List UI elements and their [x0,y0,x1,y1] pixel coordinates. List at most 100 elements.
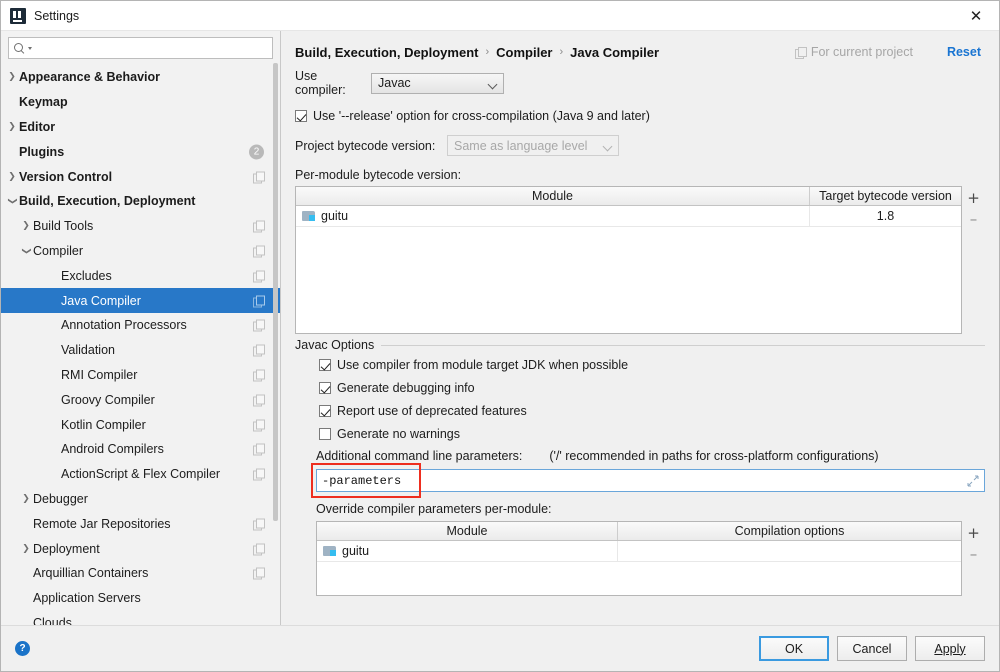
sidebar-item-android-compilers[interactable]: ❯Android Compilers [1,437,280,462]
sidebar-item-kotlin-compiler[interactable]: ❯Kotlin Compiler [1,412,280,437]
cell-compilation-options[interactable] [617,541,961,561]
javac-checkbox-report-use-of-deprecated-features[interactable]: Report use of deprecated features [319,404,985,418]
chevron-right-icon[interactable]: ❯ [19,221,33,231]
release-option-label: Use '--release' option for cross-compila… [313,109,650,123]
table-row[interactable]: guitu 1.8 [296,206,961,227]
javac-checkbox-label: Use compiler from module target JDK when… [337,358,629,372]
cell-module: guitu [317,541,617,561]
add-button[interactable]: + [963,522,984,543]
reset-link[interactable]: Reset [947,45,981,59]
settings-sidebar: ❯Appearance & Behavior❯Keymap❯Editor❯Plu… [1,31,281,625]
chevron-right-icon[interactable]: ❯ [19,494,33,504]
search-input[interactable] [8,37,273,59]
sidebar-item-label: Plugins [19,144,65,159]
sidebar-item-label: Excludes [61,268,112,283]
breadcrumb-separator: › [559,46,564,58]
sidebar-item-plugins[interactable]: ❯Plugins2 [1,139,280,164]
javac-checkbox-generate-debugging-info[interactable]: Generate debugging info [319,381,985,395]
dialog-footer: ? OK Cancel Apply [1,625,999,671]
breadcrumb-item-1[interactable]: Compiler [496,45,552,60]
override-table-grid[interactable]: Module Compilation options guitu [316,521,962,596]
sidebar-item-version-control[interactable]: ❯ Version Control [1,164,280,189]
bytecode-table-toolbar: + – [962,186,985,334]
chevron-down-icon[interactable]: ❯ [21,244,31,258]
copy-icon [253,319,265,332]
sidebar-item-appearance-behavior[interactable]: ❯ Appearance & Behavior [1,65,280,90]
chevron-down-icon [28,46,32,50]
sidebar-item-deployment[interactable]: ❯ Deployment [1,536,280,561]
javac-checkbox-use-compiler-from-module-target-jdk-when-possible[interactable]: Use compiler from module target JDK when… [319,358,985,372]
ok-button[interactable]: OK [759,636,829,661]
sidebar-item-actionscript-flex-compiler[interactable]: ❯ActionScript & Flex Compiler [1,462,280,487]
additional-params-hint: ('/' recommended in paths for cross-plat… [549,449,879,463]
project-bytecode-row: Project bytecode version: Same as langua… [295,135,985,156]
column-header-target-bytecode[interactable]: Target bytecode version [809,187,961,205]
chevron-right-icon[interactable]: ❯ [19,544,33,554]
cancel-button[interactable]: Cancel [837,636,907,661]
column-header-module[interactable]: Module [296,187,809,205]
chevron-right-icon[interactable]: ❯ [5,122,19,132]
window-title: Settings [34,8,80,23]
settings-tree[interactable]: ❯Appearance & Behavior❯Keymap❯Editor❯Plu… [1,63,280,625]
copy-icon [253,543,265,556]
sidebar-item-remote-jar-repositories[interactable]: ❯Remote Jar Repositories [1,511,280,536]
column-header-compilation-options[interactable]: Compilation options [617,522,961,540]
chevron-right-icon[interactable]: ❯ [5,172,19,182]
copy-icon [253,419,265,432]
cell-module-label: guitu [342,544,370,558]
sidebar-item-build-execution-deployment[interactable]: ❯ Build, Execution, Deployment [1,189,280,214]
sidebar-item-label: Debugger [33,491,88,506]
add-button[interactable]: + [963,187,984,208]
breadcrumb-item-0[interactable]: Build, Execution, Deployment [295,45,478,60]
sidebar-item-editor[interactable]: ❯ Editor [1,115,280,140]
project-bytecode-label: Project bytecode version: [295,138,436,153]
release-option-checkbox[interactable]: Use '--release' option for cross-compila… [295,109,985,123]
sidebar-item-excludes[interactable]: ❯Excludes [1,263,280,288]
table-row[interactable]: guitu [317,541,961,562]
sidebar-item-validation[interactable]: ❯Validation [1,338,280,363]
sidebar-item-keymap[interactable]: ❯Keymap [1,90,280,115]
chevron-right-icon[interactable]: ❯ [5,72,19,82]
checkbox-icon [319,382,331,394]
additional-params-input[interactable]: -parameters [316,469,985,492]
sidebar-item-application-servers[interactable]: ❯Application Servers [1,586,280,611]
apply-button[interactable]: Apply [915,636,985,661]
copy-icon [253,295,265,308]
chevron-down-icon [488,78,499,89]
search-icon [14,42,25,54]
cell-target-bytecode[interactable]: 1.8 [809,206,961,226]
sidebar-item-clouds[interactable]: ❯Clouds [1,611,280,625]
chevron-down-icon[interactable]: ❯ [7,194,17,208]
copy-icon [253,220,265,233]
sidebar-item-annotation-processors[interactable]: ❯Annotation Processors [1,313,280,338]
sidebar-item-debugger[interactable]: ❯ Debugger [1,487,280,512]
sidebar-item-groovy-compiler[interactable]: ❯Groovy Compiler [1,387,280,412]
help-icon[interactable]: ? [15,641,30,656]
sidebar-item-rmi-compiler[interactable]: ❯RMI Compiler [1,363,280,388]
javac-options-title: Javac Options [295,338,382,352]
javac-checkbox-list: Use compiler from module target JDK when… [295,358,985,441]
table-header-row: Module Compilation options [317,522,961,541]
column-header-module[interactable]: Module [317,522,617,540]
close-icon[interactable]: ✕ [953,1,999,30]
override-table-body: guitu [317,541,961,595]
sidebar-item-label: Deployment [33,541,100,556]
sidebar-scrollbar[interactable] [273,63,278,521]
copy-icon [253,468,265,481]
expand-icon[interactable] [967,475,979,487]
remove-button[interactable]: – [963,208,984,229]
sidebar-item-compiler[interactable]: ❯ Compiler [1,239,280,264]
remove-button[interactable]: – [963,543,984,564]
plugins-update-badge: 2 [249,144,264,160]
sidebar-item-java-compiler[interactable]: ❯Java Compiler [1,288,280,313]
project-bytecode-select[interactable]: Same as language level [447,135,619,156]
sidebar-item-arquillian-containers[interactable]: ❯Arquillian Containers [1,561,280,586]
settings-dialog: Settings ✕ ❯Appearance & Behavior❯Keymap… [0,0,1000,672]
javac-checkbox-generate-no-warnings[interactable]: Generate no warnings [319,427,985,441]
settings-main-pane: Build, Execution, Deployment › Compiler … [281,31,999,625]
bytecode-table-grid[interactable]: Module Target bytecode version guitu 1.8 [295,186,962,334]
sidebar-item-build-tools[interactable]: ❯ Build Tools [1,214,280,239]
use-compiler-select[interactable]: Javac [371,72,504,94]
sidebar-item-label: Editor [19,119,56,134]
sidebar-item-label: Compiler [33,243,84,258]
